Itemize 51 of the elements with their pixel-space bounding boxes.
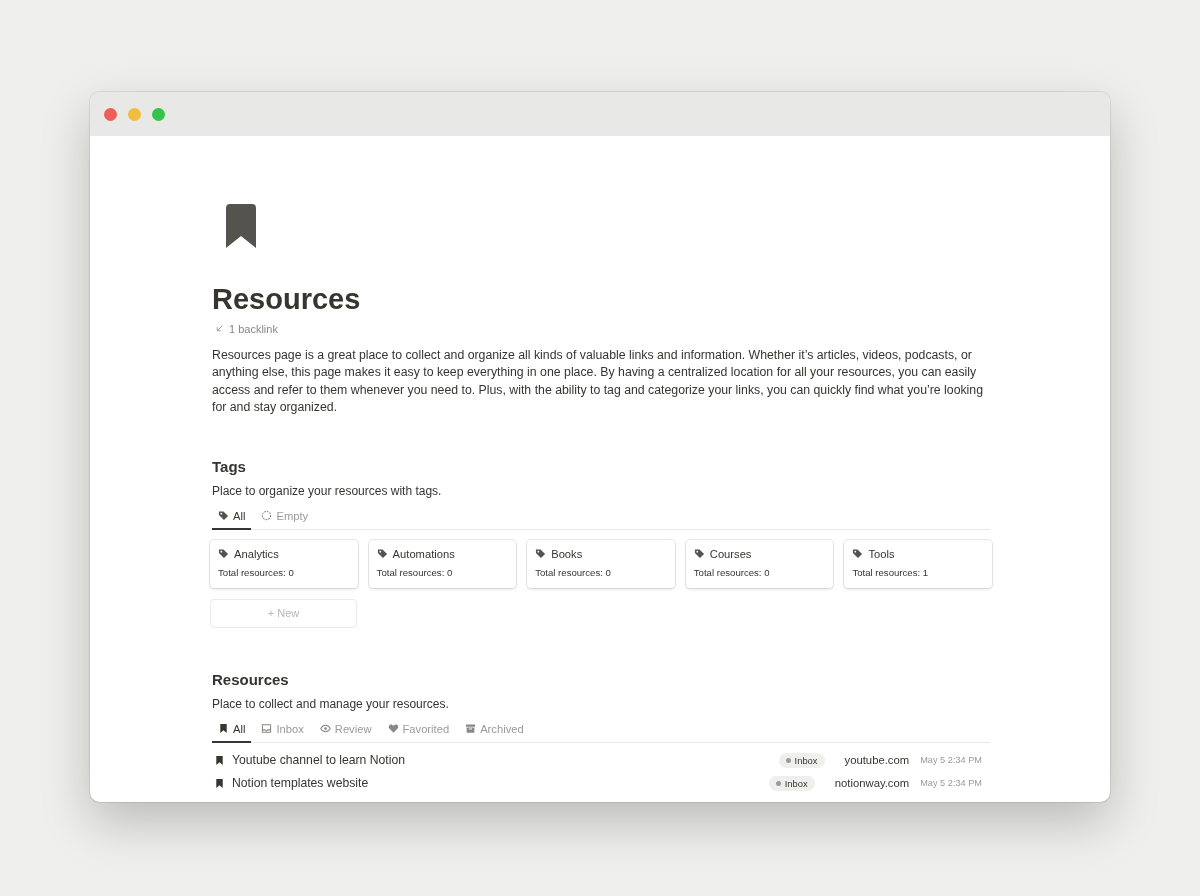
tag-icon — [218, 548, 229, 560]
tag-icon — [218, 510, 229, 522]
bookmark-icon — [218, 723, 229, 735]
status-tag: Inbox — [778, 752, 825, 768]
resource-link[interactable]: Youtube channel to learn Notion — [232, 753, 779, 768]
inbox-icon — [261, 723, 273, 735]
domain-text: notionway.com — [834, 777, 910, 790]
tag-card[interactable]: Tools Total resources: 1 — [844, 539, 992, 588]
resource-count: Total resources: 0 — [376, 566, 454, 578]
section-subtitle: Place to organize your resources with tags. — [212, 483, 443, 498]
page-title: Resources — [212, 284, 362, 316]
tag-name: Analytics — [234, 547, 279, 560]
resource-count: Total resources: 0 — [218, 566, 295, 578]
section-heading: Resources — [212, 670, 290, 688]
eye-icon — [319, 723, 331, 735]
bookmark-icon — [226, 204, 256, 248]
resource-count: Total resources: 1 — [852, 566, 930, 578]
tag-card[interactable]: Books Total resources: 0 — [527, 539, 675, 588]
bookmark-icon — [214, 754, 225, 766]
tag-name: Courses — [709, 547, 752, 560]
tag-icon — [376, 548, 388, 560]
status-tag: Inbox — [768, 775, 815, 791]
tag-card[interactable]: Analytics Total resources: 0 — [210, 539, 358, 588]
tag-icon — [852, 548, 864, 560]
tag-card[interactable]: Courses Total resources: 0 — [685, 539, 834, 588]
close-button[interactable] — [104, 107, 117, 121]
resource-count: Total resources: 0 — [693, 566, 771, 578]
resource-count: Total resources: 0 — [535, 566, 612, 578]
dashed-circle-icon — [261, 510, 273, 522]
view-tab[interactable]: All — [212, 505, 252, 530]
tag-name: Tools — [868, 547, 895, 560]
domain-text: youtube.com — [844, 754, 910, 767]
bookmark-icon — [214, 777, 225, 789]
backlink-link[interactable]: 1 backlink — [215, 322, 990, 335]
zoom-button[interactable] — [152, 107, 165, 121]
archive-icon — [465, 723, 477, 735]
tag-name: Books — [551, 547, 583, 560]
tag-icon — [535, 548, 547, 560]
arrow-icon — [215, 324, 224, 334]
minimize-button[interactable] — [128, 107, 141, 121]
view-tab[interactable]: All — [212, 718, 252, 743]
section-subtitle: Place to collect and manage your resources. — [212, 696, 450, 711]
page-description: Resources page is a great place to collect and organize all kinds of valuable links and information. Whether it’s articles, videos, podcasts, or anything else, this page makes it easy to keep everything in one place. By having a centralized location for all your resources, you can easily access and refer to them whenever you need to. Plus, with the ability to tag and categorize your links, you can quickly find what you’re looking for and stay organized. — [212, 346, 985, 417]
section-heading: Tags — [212, 457, 247, 475]
date-text: May 5 2:34 PM — [920, 778, 982, 789]
resource-link[interactable]: Notion templates website — [232, 776, 769, 791]
heart-icon — [387, 723, 399, 735]
date-text: May 5 2:34 PM — [920, 755, 982, 766]
tag-name: Automations — [392, 547, 455, 560]
tag-card[interactable]: Automations Total resources: 0 — [368, 539, 517, 588]
tag-icon — [693, 548, 705, 560]
